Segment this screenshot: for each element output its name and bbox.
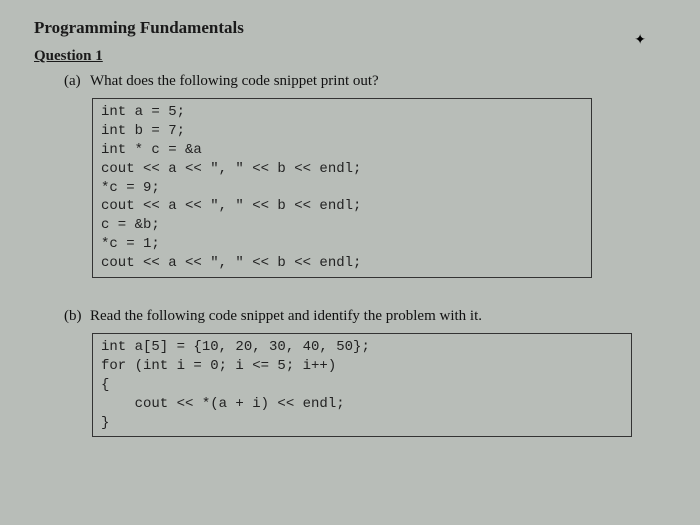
code-line: { [101, 376, 623, 395]
document-page: Programming Fundamentals Question 1 (a)W… [0, 0, 700, 473]
code-line: for (int i = 0; i <= 5; i++) [101, 357, 623, 376]
code-line: cout << a << ", " << b << endl; [101, 197, 583, 216]
code-line: c = &b; [101, 216, 583, 235]
part-b-label: (b) [64, 308, 90, 325]
code-line: int a = 5; [101, 103, 583, 122]
part-a: (a)What does the following code snippet … [64, 73, 668, 278]
part-a-prompt: (a)What does the following code snippet … [64, 73, 668, 90]
part-b-prompt: (b)Read the following code snippet and i… [64, 308, 668, 325]
code-line: } [101, 414, 623, 433]
part-b: (b)Read the following code snippet and i… [64, 308, 668, 437]
code-line: *c = 9; [101, 179, 583, 198]
code-line: cout << a << ", " << b << endl; [101, 160, 583, 179]
code-box-b: int a[5] = {10, 20, 30, 40, 50}; for (in… [92, 333, 632, 437]
code-line: int * c = &a [101, 141, 583, 160]
code-line: int b = 7; [101, 122, 583, 141]
part-b-question-text: Read the following code snippet and iden… [90, 308, 482, 324]
code-line: cout << a << ", " << b << endl; [101, 254, 583, 273]
question-heading: Question 1 [34, 48, 668, 65]
code-line: int a[5] = {10, 20, 30, 40, 50}; [101, 338, 623, 357]
part-a-label: (a) [64, 73, 90, 90]
code-line: *c = 1; [101, 235, 583, 254]
page-title: Programming Fundamentals [34, 18, 668, 38]
code-box-a: int a = 5; int b = 7; int * c = &a cout … [92, 98, 592, 278]
part-a-question-text: What does the following code snippet pri… [90, 73, 379, 89]
code-line: cout << *(a + i) << endl; [101, 395, 623, 414]
